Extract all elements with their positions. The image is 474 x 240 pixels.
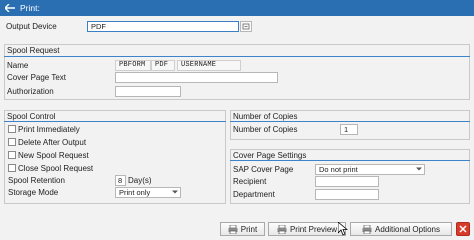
copies-label: Number of Copies [233,125,298,134]
close-spool-request-label: Close Spool Request [18,164,94,173]
print-preview-icon [277,224,287,234]
value-help-icon [242,23,250,30]
copies-title: Number of Copies [233,112,298,121]
department-label: Department [233,190,275,199]
close-icon [459,225,467,233]
recipient-label: Recipient [233,177,267,186]
sap-cover-page-label: SAP Cover Page [233,165,294,174]
spool-control-divider [4,121,226,122]
title-bar: Print: [0,0,474,16]
spool-retention-unit: Day(s) [128,176,152,185]
delete-after-output-label: Delete After Output [18,138,87,147]
window-title: Print: [20,3,40,13]
name-part-user[interactable]: USERNAME [177,60,241,71]
chevron-down-icon [416,167,422,171]
spool-request-divider [4,56,470,57]
close-spool-request-checkbox[interactable] [8,164,16,172]
print-preview-button-label: Print Preview [289,224,338,234]
print-preview-button[interactable]: Print Preview [268,222,346,236]
print-button-label: Print [240,224,258,234]
spool-retention-label: Spool Retention [8,176,65,185]
back-arrow-icon[interactable] [4,3,16,13]
new-spool-request-checkbox[interactable] [8,151,16,159]
sap-cover-page-select[interactable]: Do not print [315,164,425,175]
delete-after-output-checkbox[interactable] [8,138,16,146]
chevron-down-icon [172,190,178,194]
new-spool-request-label: New Spool Request [18,151,89,160]
sap-cover-page-value: Do not print [319,165,358,174]
name-label: Name [7,61,29,70]
department-input[interactable] [315,189,379,200]
copies-divider [230,121,470,122]
additional-options-button-label: Additional Options [375,224,440,234]
spool-retention-input[interactable]: 8 [115,175,126,186]
cover-page-settings-divider [230,160,470,161]
print-button[interactable]: Print [220,222,265,236]
printer-options-icon [362,224,372,234]
cancel-button[interactable] [456,222,470,236]
authorization-label: Authorization [7,87,54,96]
name-part-form[interactable]: PBFORM [115,60,151,71]
print-immediately-checkbox[interactable] [8,125,16,133]
output-device-label: Output Device [6,22,57,31]
mouse-cursor-icon [338,222,348,236]
print-immediately-label: Print Immediately [18,125,80,134]
authorization-input[interactable] [115,86,181,97]
cover-page-text-label: Cover Page Text [7,73,66,82]
value-help-button[interactable] [240,21,252,32]
spool-request-title: Spool Request [7,46,60,55]
storage-mode-select[interactable]: Print only [115,187,181,198]
additional-options-button[interactable]: Additional Options [350,222,452,236]
spool-control-title: Spool Control [7,112,56,121]
cover-page-settings-title: Cover Page Settings [233,151,307,160]
name-part-device[interactable]: PDF [151,60,175,71]
cover-page-text-input[interactable] [115,72,278,83]
storage-mode-value: Print only [119,188,151,197]
printer-icon [228,224,238,234]
storage-mode-label: Storage Mode [8,188,59,197]
output-device-input[interactable]: PDF [87,21,239,32]
recipient-input[interactable] [315,176,379,187]
copies-input[interactable]: 1 [340,124,358,135]
